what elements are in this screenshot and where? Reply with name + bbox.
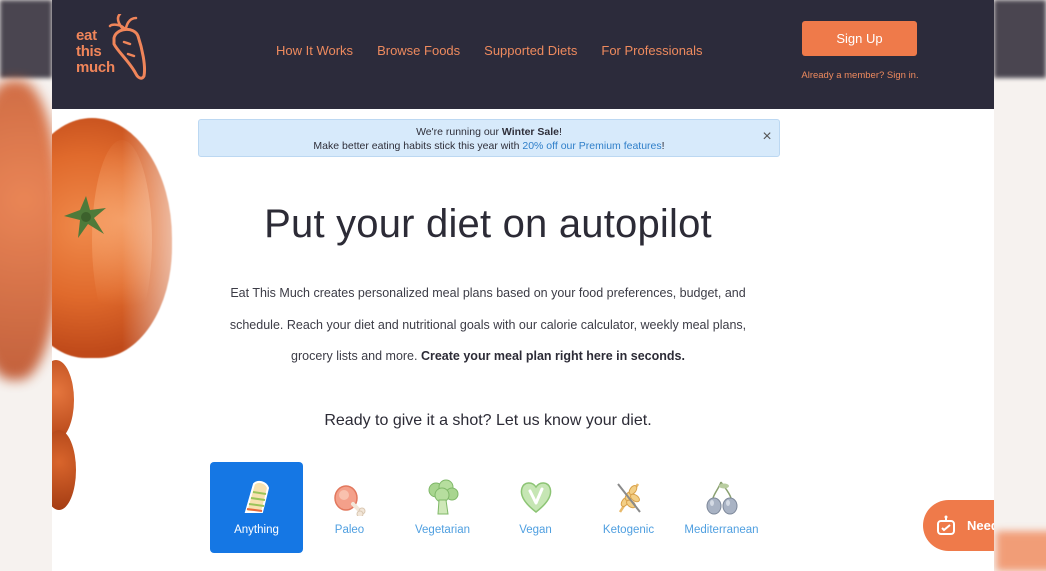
carrot-icon xyxy=(108,14,146,80)
backdrop-left-tomato xyxy=(0,80,60,380)
hero-description: Eat This Much creates personalized meal … xyxy=(212,278,764,373)
diet-label-vegetarian: Vegetarian xyxy=(415,524,470,536)
nav-supported-diets[interactable]: Supported Diets xyxy=(484,43,577,58)
diet-label-paleo: Paleo xyxy=(334,524,365,536)
banner-sale-name: Winter Sale xyxy=(501,126,560,138)
diet-option-anything[interactable]: Anything xyxy=(210,462,303,553)
diet-option-paleo[interactable]: Paleo xyxy=(303,462,396,553)
hero-title: Put your diet on autopilot xyxy=(264,202,712,246)
banner-line-2-prefix: Make better eating habits stick this yea… xyxy=(313,140,523,152)
top-navbar: eat this much How It Works Browse Foods … xyxy=(52,0,994,109)
sandwich-icon xyxy=(244,480,269,513)
webpage: eat this much How It Works Browse Foods … xyxy=(52,0,994,571)
broccoli-icon xyxy=(428,479,458,515)
hero-call-to-action: Create your meal plan right here in seco… xyxy=(420,349,685,363)
sign-in-link[interactable]: Already a member? Sign in. xyxy=(798,70,922,81)
vegan-heart-icon xyxy=(520,482,551,513)
nav-how-it-works[interactable]: How It Works xyxy=(276,43,353,58)
backdrop-right-header xyxy=(994,0,1046,78)
premium-offer-link[interactable]: 20% off our Premium features xyxy=(522,140,661,152)
diet-option-vegan[interactable]: Vegan xyxy=(489,462,582,553)
banner-line-2: Make better eating habits stick this yea… xyxy=(199,139,779,153)
diet-label-anything: Anything xyxy=(234,524,279,536)
nav-browse-foods[interactable]: Browse Foods xyxy=(377,43,460,58)
help-label: Need xyxy=(967,518,994,533)
diet-option-vegetarian[interactable]: Vegetarian xyxy=(396,462,489,553)
diet-label-vegan: Vegan xyxy=(519,524,552,536)
olives-icon xyxy=(706,481,737,515)
diet-label-ketogenic: Ketogenic xyxy=(602,524,655,536)
diet-option-ketogenic[interactable]: Ketogenic xyxy=(582,462,675,553)
chat-bot-icon xyxy=(937,515,955,535)
nav-for-professionals[interactable]: For Professionals xyxy=(601,43,702,58)
winter-sale-banner: We're running our Winter Sale! Make bett… xyxy=(198,119,780,157)
banner-line-1-suffix: ! xyxy=(559,126,562,138)
eat-this-much-logo[interactable]: eat this much xyxy=(76,14,156,86)
small-tomato-image-2 xyxy=(52,430,76,510)
diet-label-mediterranean: Mediterranean xyxy=(684,524,759,536)
image-fade xyxy=(122,110,212,510)
banner-line-1: We're running our Winter Sale! xyxy=(199,125,779,139)
banner-line-1-prefix: We're running our xyxy=(416,126,502,138)
diet-selector: Anything Paleo Vegetarian Vegan Ketogeni… xyxy=(198,457,780,571)
diet-option-mediterranean[interactable]: Mediterranean xyxy=(675,462,768,553)
backdrop-right-accent xyxy=(996,531,1046,571)
banner-close-icon[interactable]: × xyxy=(759,128,775,146)
banner-line-2-suffix: ! xyxy=(661,140,665,152)
main-nav: How It Works Browse Foods Supported Diet… xyxy=(276,43,703,58)
no-wheat-icon xyxy=(616,483,641,513)
help-chat-button[interactable]: Need xyxy=(923,500,994,551)
drumstick-icon xyxy=(333,485,365,516)
diet-prompt: Ready to give it a shot? Let us know you… xyxy=(324,412,652,429)
backdrop-left-header xyxy=(0,0,52,78)
sign-up-button[interactable]: Sign Up xyxy=(802,21,917,56)
